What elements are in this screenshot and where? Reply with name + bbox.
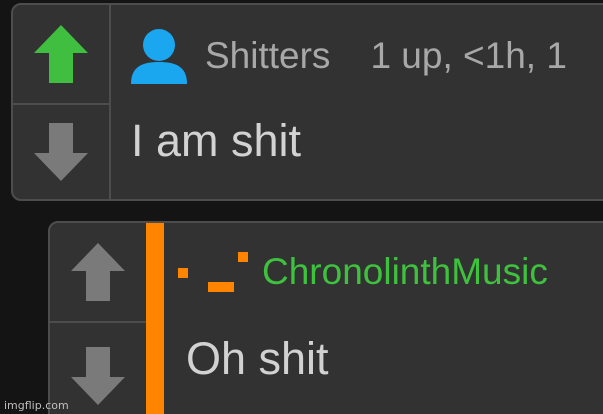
comment-meta: 1 up, <1h, 1 xyxy=(370,35,567,76)
arrow-down-icon xyxy=(71,346,125,405)
comment-text: I am shit xyxy=(131,115,302,166)
vote-column xyxy=(50,223,148,414)
pixel-logo-icon xyxy=(178,252,248,292)
user-avatar-icon xyxy=(131,29,187,84)
arrow-down-icon xyxy=(34,123,88,181)
upvote-button[interactable] xyxy=(50,223,146,323)
comment-card: Shitters 1 up, <1h, 1 I am shit xyxy=(11,3,603,201)
comment-text: Oh shit xyxy=(186,333,329,384)
imgflip-watermark: imgflip.com xyxy=(4,399,69,412)
downvote-button[interactable] xyxy=(13,105,109,199)
comment-header: ChronolinthMusic xyxy=(178,245,548,299)
comment-username[interactable]: Shitters xyxy=(205,35,330,77)
comment-header: Shitters 1 up, <1h, 1 xyxy=(129,29,567,84)
arrow-up-icon xyxy=(71,243,125,301)
comment-thread: Shitters 1 up, <1h, 1 I am shit Chronoli… xyxy=(0,0,603,414)
comment-username[interactable]: ChronolinthMusic xyxy=(262,251,548,293)
reply-comment-card: ChronolinthMusic Oh shit xyxy=(48,221,603,414)
comment-content: ChronolinthMusic Oh shit xyxy=(148,223,603,414)
upvote-button[interactable] xyxy=(13,5,109,105)
vote-column xyxy=(13,5,111,199)
arrow-up-icon xyxy=(34,25,88,83)
comment-content: Shitters 1 up, <1h, 1 I am shit xyxy=(111,5,603,199)
